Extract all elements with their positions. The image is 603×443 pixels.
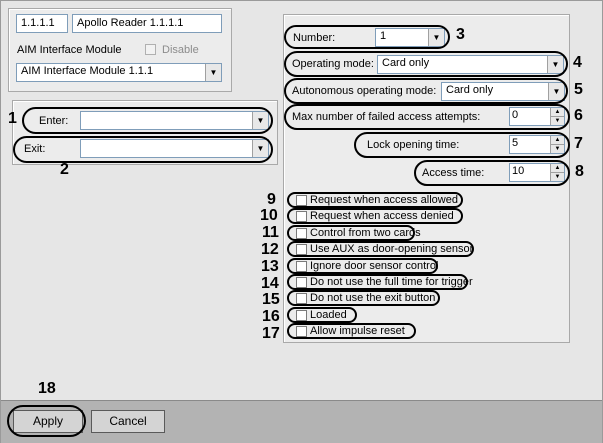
- callout-number-1: 1: [8, 110, 17, 127]
- callout-number-15: 15: [262, 291, 280, 308]
- callout-ring-max-failed: [284, 104, 570, 130]
- callout-ring-cb-5: [287, 258, 438, 274]
- callout-number-16: 16: [262, 308, 280, 325]
- callout-number-2: 2: [60, 161, 69, 178]
- reader-id-field[interactable]: 1.1.1.1: [16, 14, 68, 33]
- callout-ring-enter: [22, 107, 273, 134]
- callout-ring-cb-1: [287, 192, 463, 208]
- callout-number-4: 4: [573, 54, 582, 71]
- chevron-down-icon[interactable]: ▼: [205, 64, 221, 81]
- callout-number-3: 3: [456, 26, 465, 43]
- callout-number-8: 8: [575, 163, 584, 180]
- callout-number-9: 9: [267, 191, 276, 208]
- callout-number-14: 14: [261, 275, 279, 292]
- callout-ring-cb-9: [287, 323, 416, 339]
- cancel-button[interactable]: Cancel: [91, 410, 165, 433]
- disable-label: Disable: [162, 44, 199, 56]
- callout-number-10: 10: [260, 207, 278, 224]
- callout-number-6: 6: [574, 107, 583, 124]
- callout-ring-cb-2: [287, 208, 463, 224]
- module-select[interactable]: AIM Interface Module 1.1.1 ▼: [16, 63, 222, 82]
- callout-ring-cb-3: [287, 225, 415, 241]
- callout-ring-exit: [13, 136, 273, 163]
- callout-number-5: 5: [574, 81, 583, 98]
- callout-number-13: 13: [261, 258, 279, 275]
- disable-checkbox[interactable]: [145, 44, 156, 55]
- callout-number-17: 17: [262, 325, 280, 342]
- callout-ring-cb-6: [287, 274, 468, 290]
- callout-ring-apply: [7, 405, 86, 437]
- reader-name-field[interactable]: Apollo Reader 1.1.1.1: [72, 14, 222, 33]
- module-label: AIM Interface Module: [17, 44, 122, 56]
- callout-ring-cb-8: [287, 307, 357, 323]
- callout-ring-operating-mode: [284, 51, 568, 77]
- callout-number-7: 7: [574, 135, 583, 152]
- callout-ring-autonomous-mode: [284, 78, 568, 104]
- callout-ring-cb-4: [287, 241, 474, 257]
- callout-ring-number: [284, 25, 450, 49]
- callout-ring-access-time: [414, 160, 570, 186]
- callout-ring-lock-time: [354, 132, 570, 158]
- callout-ring-cb-7: [287, 290, 440, 306]
- module-select-value: AIM Interface Module 1.1.1: [21, 65, 154, 77]
- callout-number-18: 18: [38, 380, 56, 397]
- callout-number-12: 12: [261, 241, 279, 258]
- callout-number-11: 11: [262, 224, 279, 241]
